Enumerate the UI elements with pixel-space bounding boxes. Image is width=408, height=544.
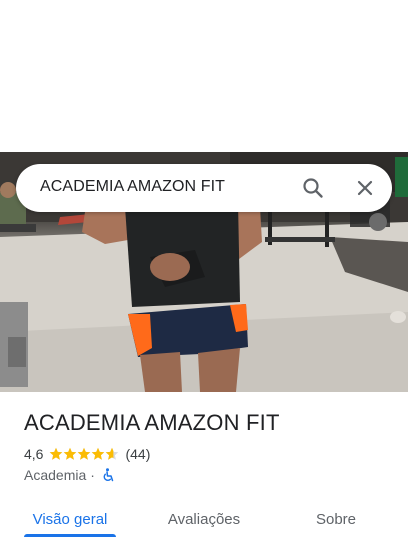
search-icon[interactable]: [301, 176, 325, 200]
star-icon: [106, 447, 119, 460]
star-icon: [78, 447, 91, 460]
place-details-panel: ACADEMIA AMAZON FIT 4,6 (44) Academia · …: [0, 392, 408, 544]
close-icon[interactable]: [353, 176, 377, 200]
rating-value: 4,6: [24, 446, 44, 462]
star-icon: [50, 447, 63, 460]
tab-reviews[interactable]: Avaliações: [160, 496, 248, 542]
blank-header-area: [0, 0, 408, 152]
star-icon: [92, 447, 105, 460]
search-input[interactable]: ACADEMIA AMAZON FIT: [40, 178, 225, 196]
category-label: Academia: [24, 467, 87, 483]
tab-about[interactable]: Sobre: [300, 496, 372, 542]
star-icon: [64, 447, 77, 460]
search-bar[interactable]: ACADEMIA AMAZON FIT: [16, 164, 392, 212]
category-row: Academia ·: [24, 466, 115, 484]
rating-row[interactable]: 4,6 (44): [24, 445, 150, 463]
wheelchair-icon: [101, 468, 115, 482]
active-tab-indicator: [24, 534, 116, 537]
separator-dot: ·: [90, 467, 95, 483]
place-title: ACADEMIA AMAZON FIT: [24, 410, 280, 435]
review-count: (44): [125, 446, 151, 462]
rating-stars: [49, 447, 119, 461]
